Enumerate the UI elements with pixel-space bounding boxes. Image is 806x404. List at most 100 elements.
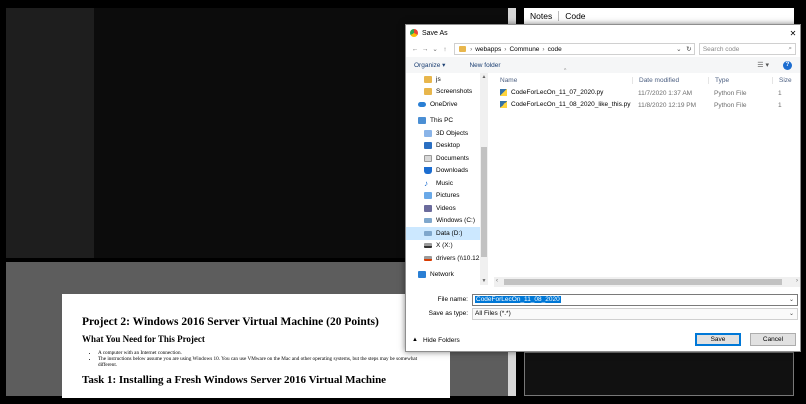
close-icon[interactable]: ✕ — [786, 29, 800, 38]
scroll-right-icon[interactable]: › — [796, 278, 798, 284]
save-fields: File name: CodeForLecOn_11_08_2020 ⌄ Sav… — [406, 293, 800, 321]
nav-item-documents[interactable]: Documents — [406, 152, 488, 165]
cloud-icon — [418, 101, 426, 107]
save-type-select[interactable]: All Files (*.*) ⌄ — [472, 307, 798, 320]
hide-folders-label: Hide Folders — [422, 336, 460, 344]
nav-item-windows-c[interactable]: Windows (C:) — [406, 215, 488, 228]
breadcrumb-commune[interactable]: Commune — [509, 46, 539, 53]
up-arrow-icon[interactable]: ↑ — [440, 46, 450, 53]
new-folder-button[interactable]: New folder — [469, 62, 500, 69]
file-row[interactable]: CodeForLecOn_11_07_2020.py 11/7/2020 1:3… — [494, 87, 800, 99]
save-button[interactable]: Save — [695, 333, 741, 346]
address-bar[interactable]: › webapps › Commune › code ⌄ ↻ — [454, 43, 695, 55]
nav-item-music[interactable]: ♪ Music — [406, 177, 488, 190]
folder-icon — [424, 88, 432, 96]
column-header-type[interactable]: Type — [708, 76, 772, 84]
file-size-cell: 1 — [778, 89, 782, 97]
network-drive-error-icon — [424, 255, 432, 261]
file-date-cell: 11/7/2020 1:37 AM — [638, 89, 693, 97]
document-page: Project 2: Windows 2016 Server Virtual M… — [62, 294, 450, 398]
chevron-right-icon: › — [470, 45, 473, 53]
file-name-label: File name: — [437, 296, 468, 303]
column-header-size[interactable]: Size — [772, 76, 800, 84]
scroll-left-icon[interactable]: ‹ — [496, 278, 498, 284]
cancel-button[interactable]: Cancel — [750, 333, 796, 346]
left-dark-panel — [6, 8, 94, 258]
hide-folders-button[interactable]: ▲ Hide Folders — [412, 337, 460, 344]
nav-item-js[interactable]: js — [406, 73, 488, 86]
chevron-down-icon[interactable]: ⌄ — [674, 45, 684, 53]
file-type-cell: Python File — [714, 101, 747, 109]
file-date-cell: 11/8/2020 12:19 PM — [638, 101, 697, 109]
nav-item-label: 3D Objects — [436, 129, 469, 137]
navigation-scrollbar[interactable]: ▲ ▼ — [480, 73, 488, 285]
file-type-cell: Python File — [714, 89, 747, 97]
file-row[interactable]: CodeForLecOn_11_08_2020_like_this.py 11/… — [494, 99, 800, 111]
nav-item-label: Network — [430, 271, 454, 279]
scroll-thumb[interactable] — [481, 147, 487, 257]
nav-item-label: OneDrive — [430, 100, 458, 108]
nav-item-onedrive[interactable]: OneDrive — [406, 98, 488, 111]
breadcrumb-code[interactable]: code — [548, 46, 562, 53]
documents-icon — [424, 154, 432, 162]
chevron-down-icon[interactable]: ⌄ — [789, 296, 794, 303]
nav-item-screenshots[interactable]: Screenshots — [406, 86, 488, 99]
scroll-thumb[interactable] — [504, 279, 782, 285]
document-subheading: What You Need for This Project — [82, 334, 205, 344]
desktop-icon — [424, 142, 432, 150]
file-name-field[interactable]: CodeForLecOn_11_08_2020 ⌄ — [472, 293, 798, 306]
nav-item-label: Windows (C:) — [436, 217, 476, 225]
tab-code[interactable]: Code — [559, 11, 591, 21]
file-list-header: Name Date modified Type Size — [494, 73, 800, 87]
nav-item-downloads[interactable]: Downloads — [406, 165, 488, 178]
nav-item-label: Videos — [436, 204, 456, 212]
recent-locations-icon[interactable]: ⌄ — [430, 45, 440, 53]
nav-item-label: Screenshots — [436, 88, 473, 96]
scroll-down-icon[interactable]: ▼ — [480, 278, 488, 284]
breadcrumb-webapps[interactable]: webapps — [475, 46, 501, 53]
chevron-down-icon[interactable]: ⌄ — [789, 310, 794, 317]
nav-item-label: Downloads — [436, 167, 469, 175]
nav-item-label: This PC — [430, 117, 454, 125]
view-options-icon[interactable]: ☰ ▾ — [757, 61, 769, 69]
scroll-up-icon[interactable]: ▲ — [480, 74, 488, 80]
nav-item-3d-objects[interactable]: 3D Objects — [406, 127, 488, 140]
downloads-icon — [424, 167, 432, 175]
drive-icon — [424, 218, 432, 224]
back-arrow-icon[interactable]: ← — [410, 46, 420, 53]
nav-item-pictures[interactable]: Pictures — [406, 190, 488, 203]
forward-arrow-icon[interactable]: → — [420, 46, 430, 53]
horizontal-scrollbar[interactable]: ‹ › — [494, 277, 800, 287]
save-type-value: All Files (*.*) — [475, 310, 511, 317]
column-header-date[interactable]: Date modified — [632, 76, 708, 84]
nav-item-videos[interactable]: Videos — [406, 202, 488, 215]
chevron-right-icon: › — [542, 45, 545, 53]
search-input[interactable]: Search code ⌕ — [698, 43, 797, 55]
chrome-icon — [410, 29, 418, 37]
navigation-pane: js Screenshots OneDrive This PC 3D Objec… — [406, 73, 488, 287]
document-bullet-list: A computer with an Internet connection. … — [92, 350, 430, 368]
nav-item-desktop[interactable]: Desktop — [406, 140, 488, 153]
nav-item-x-drive[interactable]: X (X:) — [406, 240, 488, 253]
sort-caret-icon: ^ — [564, 68, 567, 74]
folder-icon — [424, 75, 432, 83]
code-panel — [524, 352, 794, 396]
pc-icon — [418, 117, 426, 125]
nav-item-label: Music — [436, 179, 453, 187]
nav-item-drivers[interactable]: drivers (\\10.121 — [406, 252, 488, 265]
nav-item-label: Data (D:) — [436, 229, 463, 237]
file-name-cell: CodeForLecOn_11_07_2020.py — [494, 89, 632, 97]
organize-button[interactable]: Organize ▾ — [414, 61, 445, 69]
refresh-icon[interactable]: ↻ — [684, 45, 694, 53]
nav-item-data-d[interactable]: Data (D:) — [406, 227, 488, 240]
column-header-name[interactable]: Name — [494, 77, 632, 84]
dialog-footer: ▲ Hide Folders Save Cancel — [406, 329, 800, 351]
nav-item-this-pc[interactable]: This PC — [406, 115, 488, 128]
tab-notes[interactable]: Notes — [524, 11, 560, 21]
nav-item-network[interactable]: Network — [406, 269, 488, 282]
file-name: CodeForLecOn_11_08_2020_like_this.py — [511, 101, 631, 109]
help-icon[interactable]: ? — [783, 60, 792, 70]
file-list: ^ Name Date modified Type Size CodeForLe… — [494, 68, 800, 287]
nav-item-label: Pictures — [436, 192, 460, 200]
dialog-title: Save As — [422, 29, 448, 37]
